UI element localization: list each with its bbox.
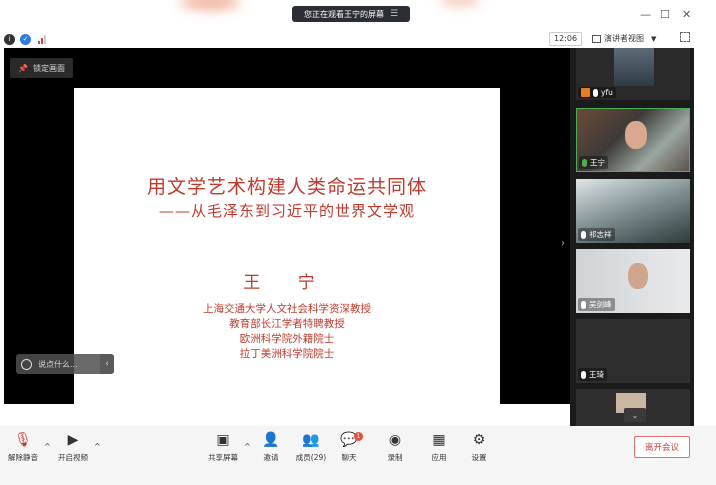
share-screen-label: 共享屏幕	[208, 453, 238, 462]
chevron-down-icon: ▼	[651, 34, 657, 43]
share-screen-button[interactable]: ▣ 共享屏幕	[202, 432, 244, 463]
speaker-face	[625, 121, 647, 149]
minimize-icon[interactable]: —	[640, 8, 651, 21]
view-selector[interactable]: 演讲者视图 ▼	[592, 31, 670, 46]
avatar-icon	[581, 88, 590, 97]
settings-label: 设置	[471, 453, 487, 462]
participant-panel: yfu 王宁 祁志祥 吴剑峰 王琦 ⌄	[570, 48, 694, 426]
maximize-icon[interactable]: ☐	[660, 8, 670, 21]
menu-icon[interactable]: ☰	[390, 9, 398, 19]
collapse-chat-icon[interactable]: ‹	[100, 354, 114, 374]
participant-name: 吴剑峰	[589, 300, 612, 309]
participant-name-tag: 王宁	[579, 156, 608, 169]
members-label: 成员(29)	[295, 453, 327, 462]
participant-name: yfu	[601, 88, 613, 97]
meeting-time: 12:06	[549, 32, 583, 46]
invite-button[interactable]: 👤 邀请	[250, 432, 292, 463]
share-screen-icon: ▣	[216, 432, 230, 448]
layout-icon	[592, 34, 601, 43]
participant-tile[interactable]: 祁志祥	[576, 179, 690, 243]
participant-name: 祁志祥	[589, 230, 612, 239]
pin-icon: 📌	[18, 63, 28, 73]
close-icon[interactable]: ✕	[682, 8, 691, 21]
apps-button[interactable]: ▦ 应用	[418, 432, 460, 463]
record-label: 录制	[387, 453, 403, 462]
participant-tile[interactable]: ⌄	[576, 389, 690, 426]
affiliation-line: 拉丁美洲科学院院士	[239, 348, 335, 360]
participant-name-tag: yfu	[578, 87, 616, 98]
slide-affiliations: 上海交通大学人文社会科学资深教授 教育部长江学者特聘教授 欧洲科学院外籍院士 拉…	[74, 302, 500, 362]
shared-screen-area: 📌 锁定画面 用文学艺术构建人类命运共同体 ——从毛泽东到习近平的世界文学观 王…	[4, 48, 570, 404]
participant-tile[interactable]: yfu	[576, 48, 690, 100]
leave-meeting-button[interactable]: 离开会议	[634, 436, 690, 458]
members-icon: 👥	[302, 432, 320, 448]
slide-subtitle: ——从毛泽东到习近平的世界文学观	[158, 202, 415, 220]
emoji-icon[interactable]	[21, 358, 32, 370]
gear-icon: ⚙	[472, 432, 486, 448]
view-selector-label: 演讲者视图	[604, 34, 644, 43]
decorative-blob	[180, 0, 240, 10]
unmute-button[interactable]: 🎙 解除静音	[2, 432, 44, 463]
window-top-strip: 您正在观看王宁的屏幕 ☰ — ☐ ✕	[0, 0, 716, 30]
participant-face	[628, 263, 648, 289]
chat-badge: 1	[354, 432, 363, 441]
chat-label: 聊天	[341, 453, 357, 462]
settings-button[interactable]: ⚙ 设置	[458, 432, 500, 463]
meeting-info-bar: i ✓	[4, 30, 694, 48]
mic-icon	[581, 370, 586, 379]
participant-tile-active-speaker[interactable]: 王宁	[576, 108, 690, 172]
screen-share-banner[interactable]: 您正在观看王宁的屏幕 ☰	[292, 6, 410, 22]
fullscreen-icon[interactable]	[680, 32, 690, 42]
participant-tile[interactable]: 王琦	[576, 319, 690, 383]
participant-name-tag: 王琦	[578, 368, 607, 381]
meeting-toolbar: 🎙 解除静音 ^ ▶ 开启视频 ^ ▣ 共享屏幕 ^ 👤 邀请 👥 成员(29)…	[0, 426, 716, 485]
chevron-up-icon[interactable]: ^	[94, 442, 101, 451]
mic-icon	[593, 88, 598, 97]
affiliation-line: 教育部长江学者特聘教授	[229, 318, 345, 330]
members-button[interactable]: 👥 成员(29)	[290, 432, 332, 463]
lock-screen-button[interactable]: 📌 锁定画面	[10, 58, 73, 78]
record-icon: ◉	[388, 432, 402, 448]
shield-icon[interactable]: ✓	[20, 33, 31, 45]
decorative-blob	[440, 0, 480, 6]
affiliation-line: 上海交通大学人文社会科学资深教授	[203, 303, 371, 315]
participant-name: 王宁	[590, 158, 605, 167]
participant-tile[interactable]: 吴剑峰	[576, 249, 690, 313]
mic-muted-icon: 🎙	[14, 432, 32, 448]
participant-name: 王琦	[589, 370, 604, 379]
participant-name-tag: 祁志祥	[578, 228, 615, 241]
unmute-label: 解除静音	[8, 453, 38, 462]
chevron-down-icon[interactable]: ⌄	[624, 408, 646, 422]
start-video-label: 开启视频	[58, 453, 88, 462]
video-off-icon: ▶	[67, 432, 79, 448]
mic-icon	[581, 300, 586, 309]
invite-label: 邀请	[263, 453, 279, 462]
participant-name-tag: 吴剑峰	[578, 298, 615, 311]
affiliation-line: 欧洲科学院外籍院士	[239, 333, 335, 345]
video-thumbnail	[614, 48, 654, 86]
chevron-up-icon[interactable]: ^	[44, 442, 51, 451]
floating-chat-input[interactable]: 说点什么... ‹	[16, 354, 114, 374]
mic-icon	[582, 158, 587, 167]
mic-icon	[581, 230, 586, 239]
slide-title: 用文学艺术构建人类命运共同体	[146, 176, 427, 198]
screen-share-banner-text: 您正在观看王宁的屏幕	[303, 9, 384, 19]
chat-button[interactable]: 💬 1 聊天	[328, 432, 370, 463]
start-video-button[interactable]: ▶ 开启视频	[52, 432, 94, 463]
info-icon[interactable]: i	[4, 33, 15, 45]
apps-label: 应用	[431, 453, 447, 462]
slide-author: 王 宁	[243, 273, 331, 293]
lock-screen-label: 锁定画面	[32, 63, 65, 73]
presentation-slide: 用文学艺术构建人类命运共同体 ——从毛泽东到习近平的世界文学观 王 宁 上海交通…	[74, 88, 500, 404]
signal-icon[interactable]	[38, 34, 46, 44]
invite-icon: 👤	[262, 432, 280, 448]
chevron-right-icon[interactable]: ›	[561, 238, 565, 249]
record-button[interactable]: ◉ 录制	[374, 432, 416, 463]
chat-input-placeholder: 说点什么...	[38, 359, 78, 369]
apps-icon: ▦	[432, 432, 446, 448]
